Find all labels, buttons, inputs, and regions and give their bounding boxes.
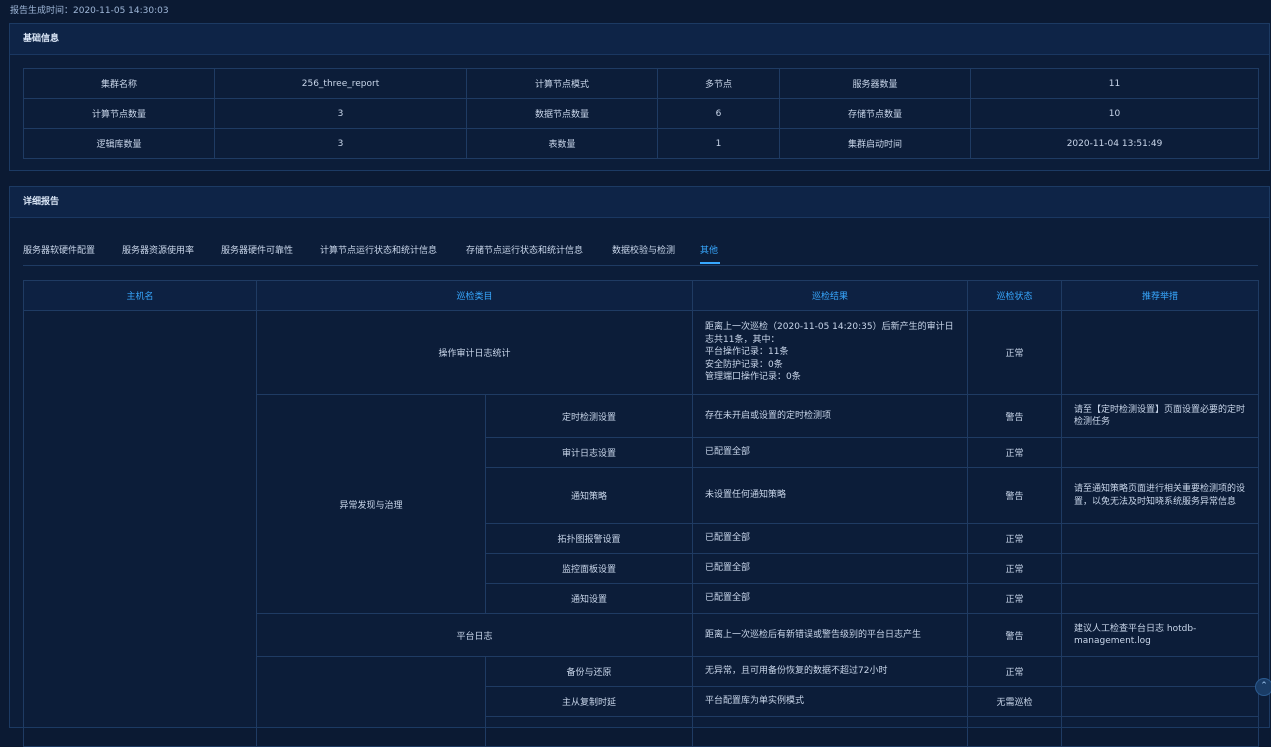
status-cell: 正常 — [967, 523, 1063, 554]
item-cell: 审计日志设置 — [484, 437, 694, 468]
advice-cell: 请至【定时检测设置】页面设置必要的定时检测任务 — [1061, 394, 1260, 438]
table-header-row: 主机名 巡检类目 巡检结果 巡检状态 推荐举措 — [23, 280, 1260, 311]
result-cell: 距离上一次巡检后有新错误或警告级别的平台日志产生 — [692, 613, 969, 657]
basic-info-label: 表数量 — [466, 128, 658, 159]
item-cell: 主从复制时延 — [484, 686, 694, 717]
tab-data-check[interactable]: 数据校验与检测 — [612, 243, 675, 256]
advice-cell: 请至通知策略页面进行相关重要检测项的设置，以免无法及时知晓系统服务异常信息 — [1061, 467, 1260, 524]
item-cell: 定时检测设置 — [484, 394, 694, 438]
result-cell: 平台配置库为单实例模式 — [692, 686, 969, 717]
basic-info-value: 3 — [214, 128, 467, 159]
status-cell: 警告 — [967, 394, 1063, 438]
result-cell: 未设置任何通知策略 — [692, 467, 969, 524]
basic-info-label: 计算节点数量 — [23, 98, 215, 129]
basic-info-value: 3 — [214, 98, 467, 129]
basic-info-title: 基础信息 — [10, 24, 1269, 55]
header-status: 巡检状态 — [967, 280, 1063, 311]
advice-cell — [1061, 553, 1260, 584]
status-cell: 正常 — [967, 583, 1063, 614]
basic-info-label: 数据节点数量 — [466, 98, 658, 129]
advice-cell — [1061, 523, 1260, 554]
status-cell: 正常 — [967, 656, 1063, 687]
basic-info-label: 服务器数量 — [779, 68, 971, 99]
result-cell — [692, 716, 969, 747]
group-cell — [256, 656, 486, 747]
basic-info-label: 集群名称 — [23, 68, 215, 99]
category-cell: 平台日志 — [255, 613, 694, 657]
category-cell: 操作审计日志统计 — [255, 310, 694, 395]
basic-info-value: 256_three_report — [214, 68, 467, 99]
basic-info-row: 逻辑库数量 3 表数量 1 集群启动时间 2020-11-04 13:51:49 — [23, 128, 1259, 159]
active-tab-indicator — [700, 262, 720, 264]
item-cell: 拓扑图报警设置 — [484, 523, 694, 554]
result-cell: 距离上一次巡检（2020-11-05 14:20:35）后新产生的审计日志共11… — [692, 310, 969, 395]
item-cell: 通知策略 — [484, 467, 694, 524]
basic-info-row: 计算节点数量 3 数据节点数量 6 存储节点数量 10 — [23, 98, 1259, 129]
result-cell: 存在未开启或设置的定时检测项 — [692, 394, 969, 438]
basic-info-value: 多节点 — [657, 68, 780, 99]
status-cell: 正常 — [967, 437, 1063, 468]
header-result: 巡检结果 — [692, 280, 969, 311]
basic-info-label: 逻辑库数量 — [23, 128, 215, 159]
item-cell: 监控面板设置 — [484, 553, 694, 584]
basic-info-value: 6 — [657, 98, 780, 129]
tab-storage-node-status[interactable]: 存储节点运行状态和统计信息 — [466, 243, 583, 256]
result-cell: 已配置全部 — [692, 583, 969, 614]
status-cell: 无需巡检 — [967, 686, 1063, 717]
status-cell: 正常 — [967, 310, 1063, 395]
header-advice: 推荐举措 — [1061, 280, 1260, 311]
advice-cell — [1061, 656, 1260, 687]
status-cell: 警告 — [967, 467, 1063, 524]
item-cell: 通知设置 — [484, 583, 694, 614]
result-cell: 已配置全部 — [692, 523, 969, 554]
advice-cell — [1061, 583, 1260, 614]
header-hostname: 主机名 — [23, 280, 257, 311]
status-cell: 正常 — [967, 553, 1063, 584]
inspection-table: 主机名 巡检类目 巡检结果 巡检状态 推荐举措 操作审计日志统计 距离上一次巡检… — [23, 280, 1260, 747]
basic-info-value: 10 — [970, 98, 1259, 129]
basic-info-panel: 基础信息 集群名称 256_three_report 计算节点模式 多节点 服务器数量 1… — [9, 23, 1270, 171]
group-cell: 异常发现与治理 — [256, 394, 486, 614]
tab-hardware-reliability[interactable]: 服务器硬件可靠性 — [221, 243, 293, 256]
hostname-cell — [23, 310, 257, 747]
basic-info-table: 集群名称 256_three_report 计算节点模式 多节点 服务器数量 11 计算节点… — [23, 68, 1259, 159]
scroll-to-top-button[interactable]: ⌃ — [1255, 678, 1271, 696]
result-cell: 已配置全部 — [692, 553, 969, 584]
basic-info-label: 存储节点数量 — [779, 98, 971, 129]
header-category: 巡检类目 — [255, 280, 694, 311]
status-cell — [967, 716, 1063, 747]
advice-cell — [1061, 686, 1260, 717]
item-cell — [484, 716, 694, 747]
result-cell: 无异常，且可用备份恢复的数据不超过72小时 — [692, 656, 969, 687]
basic-info-row: 集群名称 256_three_report 计算节点模式 多节点 服务器数量 11 — [23, 68, 1259, 99]
detail-report-panel: 详细报告 服务器软硬件配置 服务器资源使用率 服务器硬件可靠性 计算节点运行状态… — [9, 186, 1270, 747]
detail-report-title: 详细报告 — [10, 187, 1269, 218]
advice-cell: 建议人工检查平台日志 hotdb-management.log — [1061, 613, 1260, 657]
result-cell: 已配置全部 — [692, 437, 969, 468]
basic-info-label: 集群启动时间 — [779, 128, 971, 159]
detail-tabs: 服务器软硬件配置 服务器资源使用率 服务器硬件可靠性 计算节点运行状态和统计信息… — [23, 243, 1258, 266]
chevron-up-icon: ⌃ — [1260, 681, 1268, 691]
tab-resource-usage[interactable]: 服务器资源使用率 — [122, 243, 194, 256]
tab-compute-node-status[interactable]: 计算节点运行状态和统计信息 — [320, 243, 437, 256]
advice-cell — [1061, 310, 1260, 395]
status-cell: 警告 — [967, 613, 1063, 657]
item-cell: 备份与还原 — [484, 656, 694, 687]
advice-cell — [1061, 437, 1260, 468]
basic-info-value: 1 — [657, 128, 780, 159]
basic-info-label: 计算节点模式 — [466, 68, 658, 99]
report-generated-time: 报告生成时间：2020-11-05 14:30:03 — [10, 6, 169, 16]
tab-server-config[interactable]: 服务器软硬件配置 — [23, 243, 95, 256]
table-row: 操作审计日志统计 距离上一次巡检（2020-11-05 14:20:35）后新产… — [23, 310, 1260, 747]
advice-cell — [1061, 716, 1260, 747]
basic-info-value: 11 — [970, 68, 1259, 99]
tab-other[interactable]: 其他 — [700, 243, 718, 256]
basic-info-value: 2020-11-04 13:51:49 — [970, 128, 1259, 159]
